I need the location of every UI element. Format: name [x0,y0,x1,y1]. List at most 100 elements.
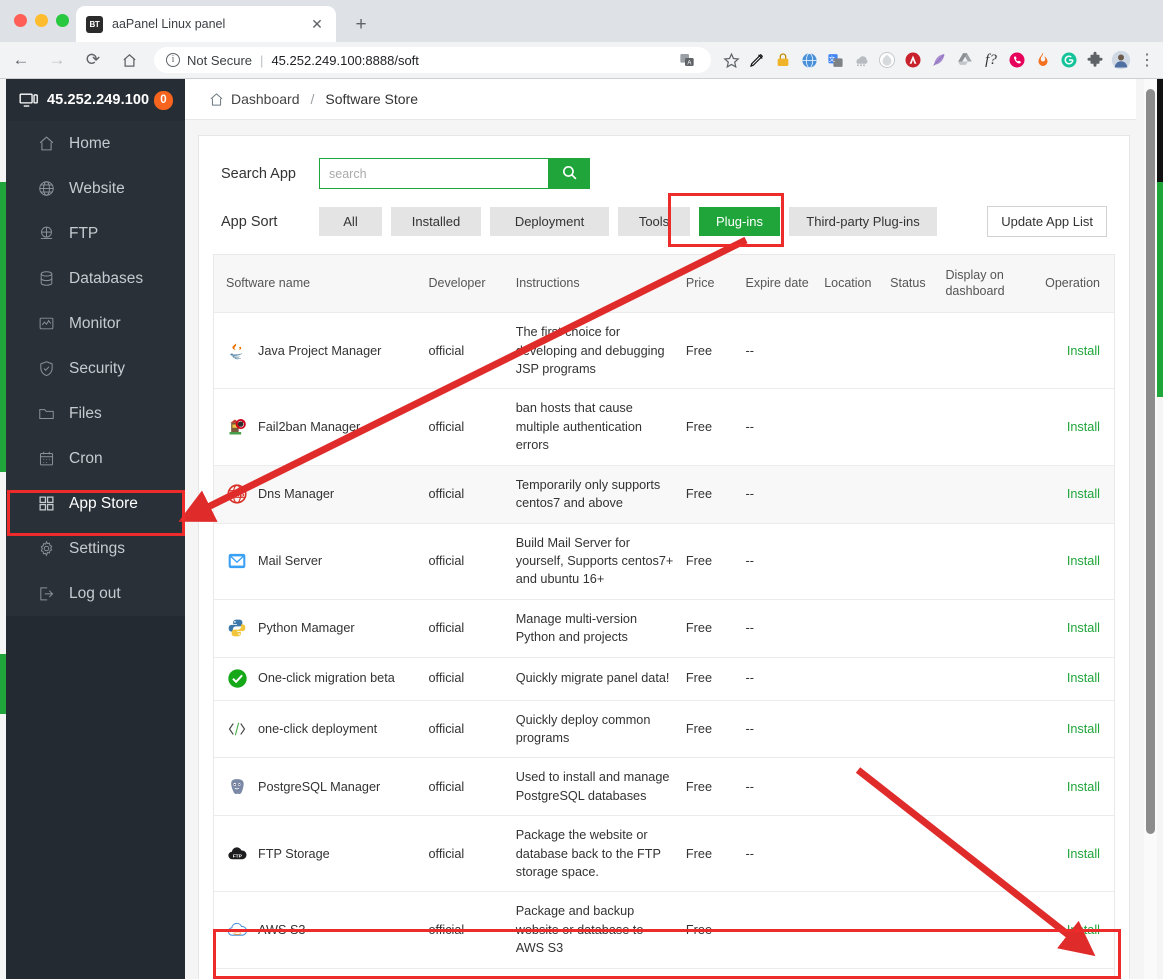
install-button[interactable]: Install [1067,847,1100,861]
back-icon[interactable]: ← [6,45,36,75]
info-icon[interactable]: i [166,53,180,67]
app-instructions: Back up your website or database to a pa… [509,968,680,979]
bookmark-star-icon[interactable] [719,48,743,72]
software-store-card: Search App App Sort [198,135,1130,979]
tab-third-party-plug-ins[interactable]: Third-party Plug-ins [789,207,937,236]
app-expire-date: -- [739,815,819,893]
sidebar-item-app-store[interactable]: App Store [6,481,185,526]
drive-grey-icon[interactable] [953,48,977,72]
app-status [884,657,940,701]
window-maximize-button[interactable] [56,14,69,27]
install-button[interactable]: Install [1067,671,1100,685]
sidebar-item-security[interactable]: Security [6,346,185,391]
ftp-cloud-icon: FTP [226,843,248,865]
app-name: One-click migration beta [258,671,395,686]
sidebar-server-header[interactable]: 45.252.249.100 0 [6,79,185,121]
sidebar-item-home[interactable]: Home [6,121,185,166]
page-scrollbar[interactable] [1144,79,1157,979]
tab-plug-ins[interactable]: Plug-ins [699,207,780,236]
app-price: Free [679,657,740,701]
dns-icon: DNS [226,483,248,505]
install-button[interactable]: Install [1067,722,1100,736]
app-instructions: Quickly migrate panel data! [509,657,680,701]
app-developer: official [422,891,510,969]
app-price: Free [679,599,740,658]
install-button[interactable]: Install [1067,923,1100,937]
phone-icon[interactable] [1005,48,1029,72]
tab-installed[interactable]: Installed [391,207,481,236]
sidebar-item-databases[interactable]: Databases [6,256,185,301]
sidebar-item-log-out[interactable]: Log out [6,571,185,616]
install-button[interactable]: Install [1067,554,1100,568]
tab-tools[interactable]: Tools [618,207,690,236]
font-icon[interactable]: f? [979,48,1003,72]
app-sort-tabs: All Installed Deployment Tools Plug-ins … [319,207,937,236]
app-status [884,968,940,979]
grid-icon [36,494,56,514]
tab-deployment[interactable]: Deployment [490,207,609,236]
forward-icon[interactable]: → [42,45,72,75]
breadcrumb-root[interactable]: Dashboard [231,91,300,107]
app-status [884,891,940,969]
app-expire-date: -- [739,312,819,390]
col-display-on-dashboard: Display on dashboard [939,255,1025,314]
table-row: Java Project Manager official The first … [214,312,1114,390]
browser-tab[interactable]: BT aaPanel Linux panel ✕ [76,6,336,42]
avast-icon[interactable] [901,48,925,72]
lock-icon[interactable] [771,48,795,72]
new-tab-button[interactable]: + [348,12,374,38]
tab-title: aaPanel Linux panel [112,17,226,31]
globe-icon[interactable] [797,48,821,72]
install-button[interactable]: Install [1067,344,1100,358]
app-sort-label: App Sort [221,213,278,230]
feather-icon[interactable] [927,48,951,72]
translate-icon[interactable]: A [675,48,699,72]
sidebar-item-files[interactable]: Files [6,391,185,436]
app-expire-date: -- [739,700,819,759]
sidebar-item-ftp[interactable]: FTP [6,211,185,256]
col-instructions: Instructions [509,255,680,314]
grammarly-icon[interactable] [1057,48,1081,72]
google-translate-icon[interactable]: 文 [823,48,847,72]
extension-toolbar: 文 f? ⋮ [719,48,1163,72]
chart-icon [36,314,56,334]
chrome-menu-icon[interactable]: ⋮ [1135,48,1159,72]
close-icon[interactable]: ✕ [308,15,326,33]
install-button[interactable]: Install [1067,621,1100,635]
install-button[interactable]: Install [1067,487,1100,501]
profile-avatar[interactable] [1109,48,1133,72]
address-bar[interactable]: i Not Secure | 45.252.249.100:8888 /soft… [154,47,711,73]
puzzle-icon[interactable] [1083,48,1107,72]
omnibox-divider: | [260,52,264,68]
highlighter-icon[interactable] [745,48,769,72]
app-developer: official [422,757,510,817]
cloud-icon[interactable] [849,48,873,72]
sidebar-item-settings[interactable]: Settings [6,526,185,571]
circle-drop-icon[interactable] [875,48,899,72]
window-minimize-button[interactable] [35,14,48,27]
tab-all[interactable]: All [319,207,382,236]
app-instructions: Manage multi-version Python and projects [509,599,680,658]
table-row: One-click migration beta official Quickl… [214,657,1114,701]
home-icon[interactable] [114,45,144,75]
app-name: Dns Manager [258,486,335,501]
sidebar-item-website[interactable]: Website [6,166,185,211]
sidebar: 45.252.249.100 0 Home Website FTP Databa… [6,79,185,979]
sidebar-item-monitor[interactable]: Monitor [6,301,185,346]
window-close-button[interactable] [14,14,27,27]
sidebar-server-ip: 45.252.249.100 [47,92,150,108]
install-button[interactable]: Install [1067,780,1100,794]
search-label: Search App [221,165,296,182]
reload-icon[interactable]: ⟳ [78,45,108,75]
update-app-list-button[interactable]: Update App List [987,206,1107,237]
sidebar-item-cron[interactable]: Cron [6,436,185,481]
search-button[interactable] [548,158,590,189]
install-button[interactable]: Install [1067,420,1100,434]
app-developer: official [422,657,510,701]
scrollbar-thumb[interactable] [1146,89,1155,834]
app-display [939,757,1025,817]
app-price: Free [679,523,740,600]
app-price: Free [679,815,740,893]
fire-icon[interactable] [1031,48,1055,72]
search-input[interactable] [319,158,548,189]
